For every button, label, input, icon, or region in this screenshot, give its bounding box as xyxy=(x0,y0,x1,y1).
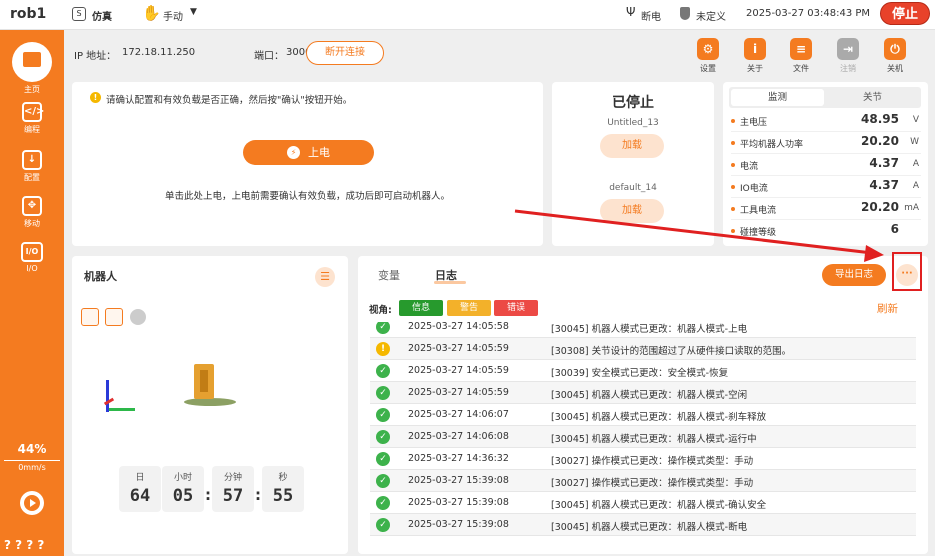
annotation-arrow-head xyxy=(864,245,884,262)
annotation-highlight-box xyxy=(892,252,922,291)
annotation-arrow-line xyxy=(514,209,873,255)
annotation-overlay xyxy=(514,209,922,291)
